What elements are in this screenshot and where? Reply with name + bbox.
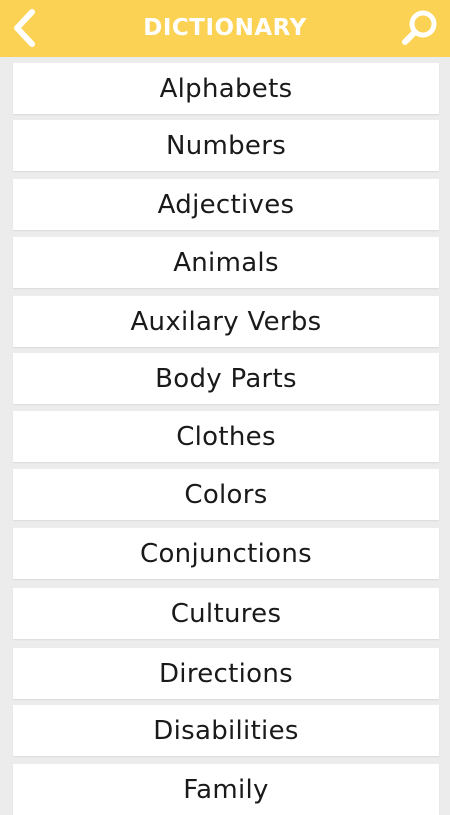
list-item[interactable]: Animals: [13, 237, 439, 288]
list-item[interactable]: Disabilities: [13, 705, 439, 756]
list-item-label: Conjunctions: [140, 538, 312, 569]
list-item-label: Animals: [173, 247, 279, 278]
search-button[interactable]: [400, 8, 440, 48]
list-item-label: Colors: [184, 479, 268, 510]
list-item[interactable]: Directions: [13, 648, 439, 699]
category-list: Alphabets Numbers Adjectives Animals Aux…: [0, 0, 450, 815]
list-item-label: Alphabets: [159, 73, 293, 104]
list-item-label: Auxilary Verbs: [130, 306, 322, 337]
list-item-label: Body Parts: [155, 363, 297, 394]
list-item[interactable]: Alphabets: [13, 63, 439, 114]
list-item-label: Directions: [158, 658, 293, 689]
list-item[interactable]: Adjectives: [13, 179, 439, 230]
list-item[interactable]: Family: [13, 764, 439, 815]
list-item-label: Family: [183, 774, 269, 805]
list-item-label: Cultures: [170, 598, 282, 629]
list-item[interactable]: Conjunctions: [13, 528, 439, 579]
list-item[interactable]: Clothes: [13, 411, 439, 462]
list-item[interactable]: Colors: [13, 469, 439, 520]
search-icon: [402, 10, 437, 45]
list-item-label: Numbers: [165, 130, 287, 161]
list-item[interactable]: Body Parts: [13, 353, 439, 404]
app-header: DICTIONARY: [0, 0, 450, 57]
list-item[interactable]: Auxilary Verbs: [13, 296, 439, 347]
list-item-label: Disabilities: [153, 715, 299, 746]
list-item-label: Adjectives: [157, 189, 295, 220]
list-item[interactable]: Numbers: [13, 120, 439, 171]
list-item-label: Clothes: [176, 421, 276, 452]
list-item[interactable]: Cultures: [13, 588, 439, 639]
page-title: DICTIONARY: [143, 15, 307, 41]
